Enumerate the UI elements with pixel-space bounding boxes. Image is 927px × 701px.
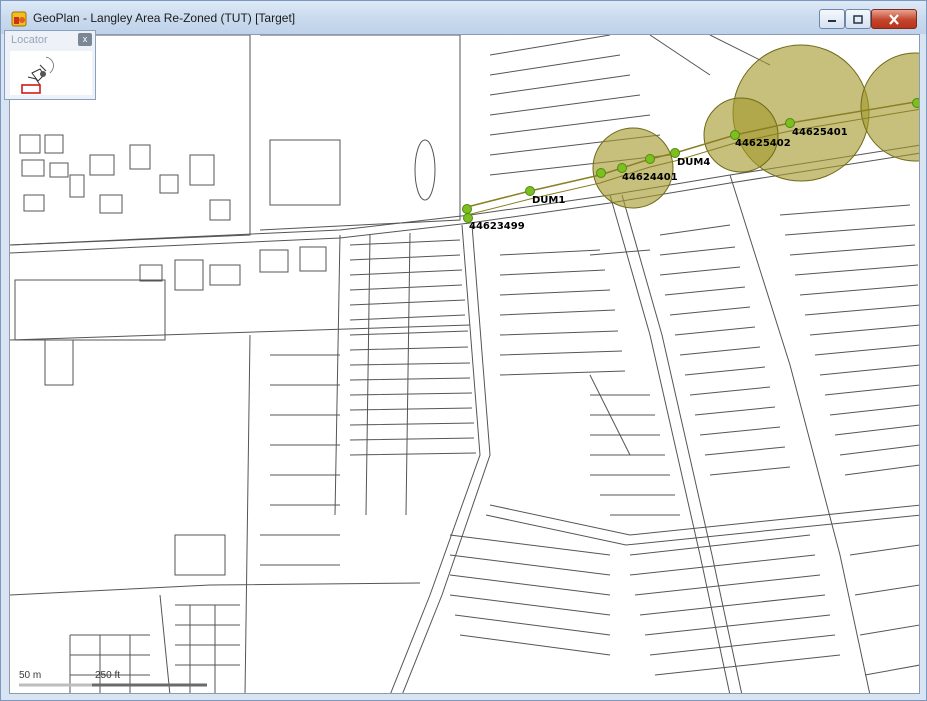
node-label-dum1: DUM1 [532, 195, 565, 206]
scale-label-metric: 50 m [19, 670, 42, 681]
close-button[interactable] [871, 9, 917, 29]
maximize-button[interactable] [845, 9, 871, 29]
node-label-44625401: 44625401 [792, 127, 848, 138]
node-label-44624401: 44624401 [622, 172, 678, 183]
locator-overview-map[interactable] [10, 51, 92, 95]
locator-panel[interactable]: Locator x [4, 30, 96, 100]
maximize-icon [853, 14, 863, 24]
locator-close-button[interactable]: x [78, 33, 92, 46]
scale-bar: 50 m 250 ft [17, 668, 207, 690]
close-icon [889, 13, 899, 25]
locator-overview-graphic [21, 56, 54, 94]
node-label-dum4: DUM4 [677, 157, 710, 168]
minimize-icon [828, 20, 836, 22]
locator-title: Locator [11, 34, 48, 46]
map-canvas[interactable]: 44623499 DUM1 44624401 DUM4 44625402 446… [10, 35, 920, 694]
geoplan-window: GeoPlan - Langley Area Re-Zoned (TUT) [T… [0, 0, 927, 701]
window-title: GeoPlan - Langley Area Re-Zoned (TUT) [T… [33, 11, 296, 25]
scale-label-imperial: 250 ft [95, 670, 121, 681]
node-label-44623499: 44623499 [469, 221, 525, 232]
title-bar[interactable]: GeoPlan - Langley Area Re-Zoned (TUT) [T… [1, 1, 926, 34]
app-icon [11, 11, 27, 27]
minimize-button[interactable] [819, 9, 845, 29]
map-view[interactable]: 44623499 DUM1 44624401 DUM4 44625402 446… [9, 34, 920, 694]
node-label-44625402: 44625402 [735, 138, 791, 149]
